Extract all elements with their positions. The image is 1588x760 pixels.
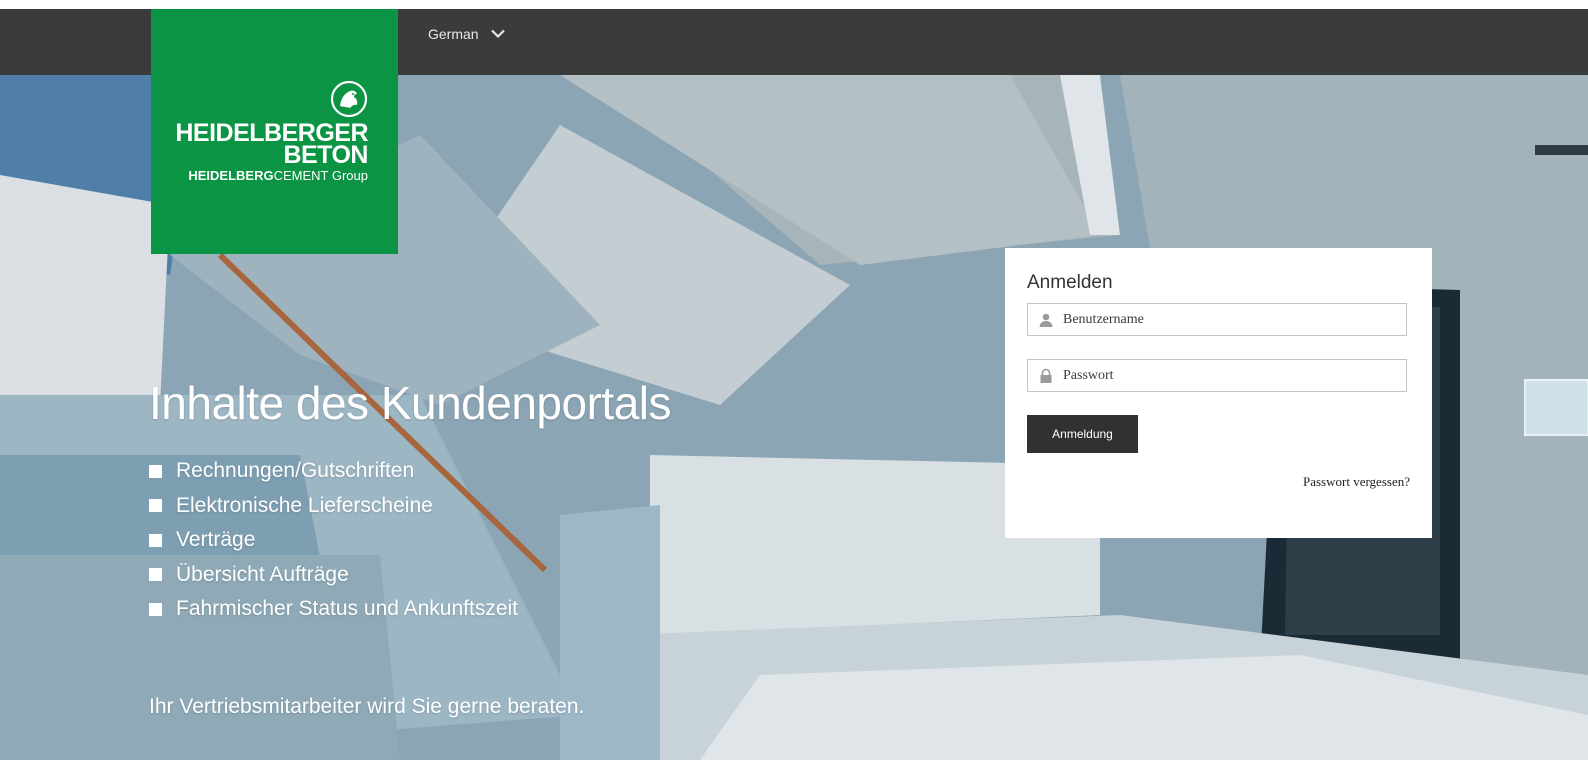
logo-wordmark-line2: BETON — [283, 141, 368, 169]
password-input[interactable] — [1063, 367, 1383, 384]
feature-item: Rechnungen/Gutschriften — [149, 454, 518, 489]
feature-label: Fahrmischer Status und Ankunftszeit — [176, 597, 518, 621]
logo-group-tagline: HEIDELBERGCEMENT Group — [188, 168, 368, 183]
top-strip — [0, 0, 1588, 9]
bullet-square-icon — [149, 499, 162, 513]
language-label: German — [428, 26, 479, 42]
password-field[interactable] — [1027, 359, 1407, 392]
language-selector[interactable]: German — [428, 24, 505, 44]
sales-contact-note: Ihr Vertriebsmitarbeiter wird Sie gerne … — [149, 695, 585, 718]
user-icon — [1039, 313, 1053, 327]
bullet-square-icon — [149, 568, 162, 582]
chevron-down-icon — [490, 29, 505, 39]
login-panel: Anmelden Anmeldung Passwort vergessen? — [1005, 248, 1432, 538]
feature-label: Rechnungen/Gutschriften — [176, 459, 415, 483]
lion-emblem-icon — [330, 80, 368, 118]
bullet-square-icon — [149, 464, 162, 478]
feature-item: Elektronische Lieferscheine — [149, 489, 518, 524]
brand-logo[interactable]: HEIDELBERGER BETON HEIDELBERGCEMENT Grou… — [151, 9, 398, 254]
logo-group-bold: HEIDELBERG — [188, 168, 274, 183]
feature-label: Verträge — [176, 528, 256, 552]
bullet-square-icon — [149, 533, 162, 547]
hero-title: Inhalte des Kundenportals — [149, 377, 672, 429]
bullet-square-icon — [149, 602, 162, 616]
login-button[interactable]: Anmeldung — [1027, 415, 1138, 453]
feature-item: Verträge — [149, 523, 518, 558]
forgot-password-link[interactable]: Passwort vergessen? — [1303, 474, 1410, 490]
feature-item: Fahrmischer Status und Ankunftszeit — [149, 592, 518, 627]
feature-item: Übersicht Aufträge — [149, 558, 518, 593]
logo-group-regular: CEMENT Group — [273, 168, 368, 183]
feature-list: Rechnungen/Gutschriften Elektronische Li… — [149, 454, 518, 627]
username-field[interactable] — [1027, 303, 1407, 336]
username-input[interactable] — [1063, 311, 1383, 328]
login-title: Anmelden — [1027, 272, 1113, 293]
lock-icon — [1040, 368, 1052, 383]
feature-label: Übersicht Aufträge — [176, 562, 349, 586]
feature-label: Elektronische Lieferscheine — [176, 493, 433, 517]
